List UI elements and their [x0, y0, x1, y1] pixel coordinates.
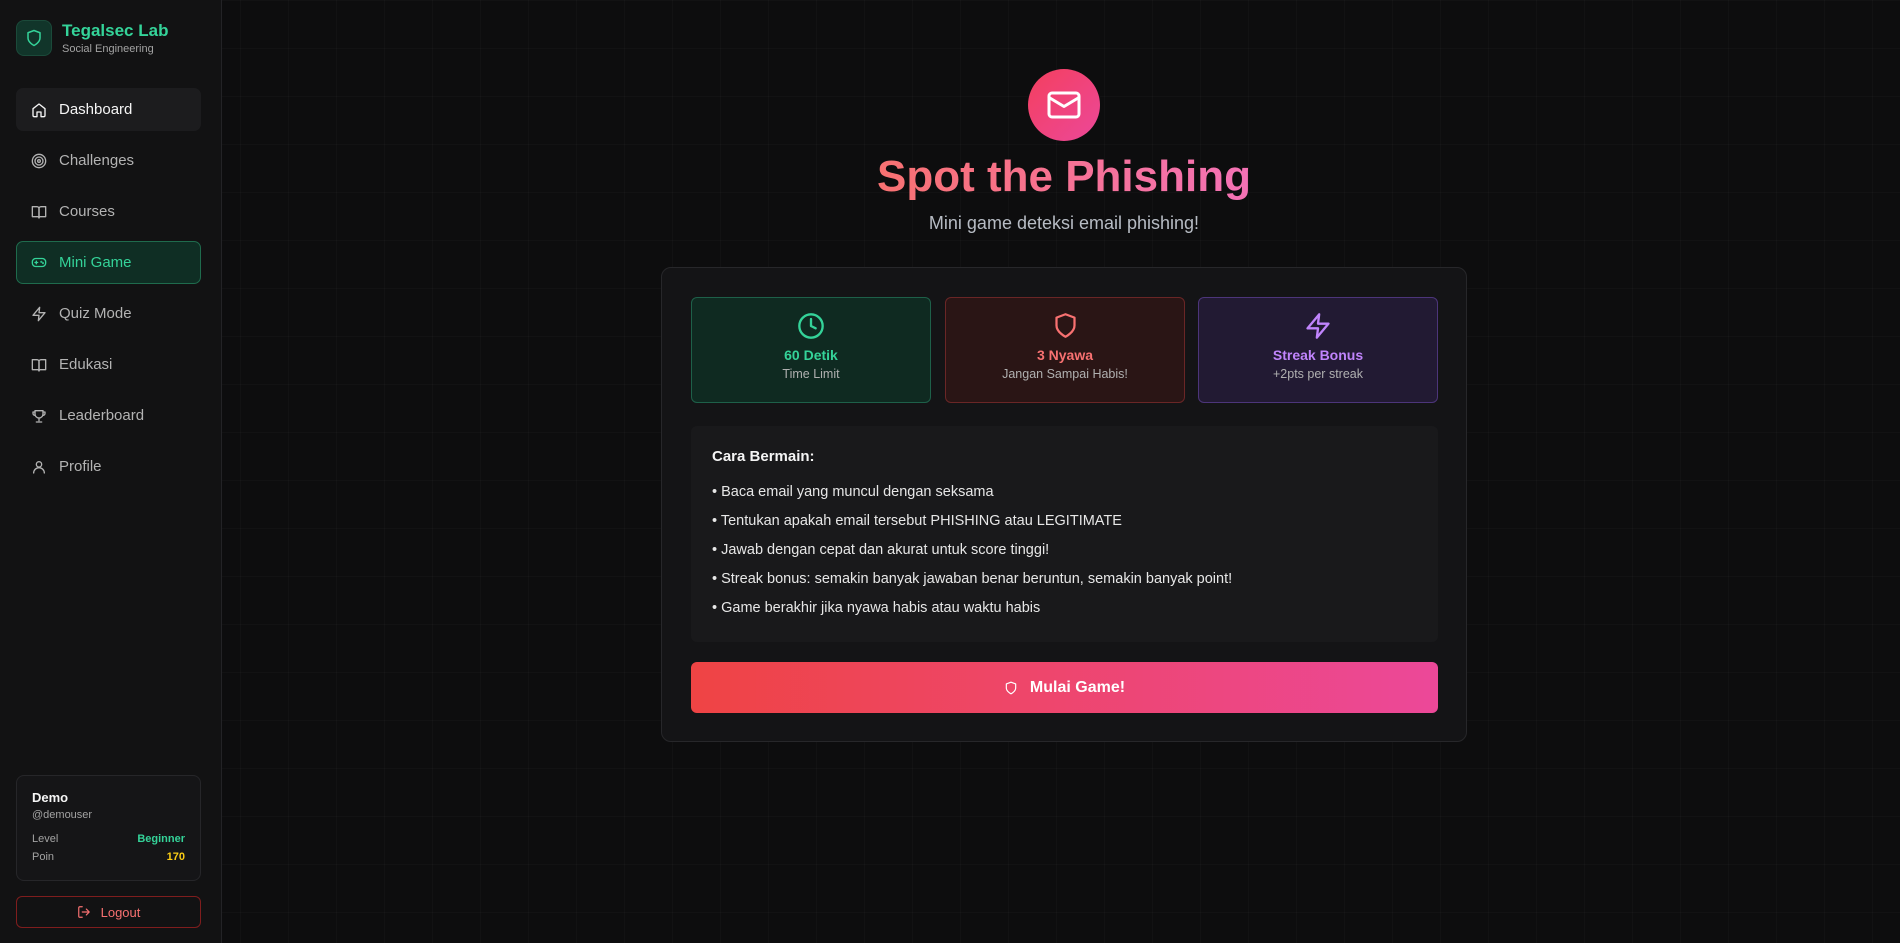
stat-title: Streak Bonus: [1272, 347, 1364, 363]
user-card: Demo @demouser Level Beginner Poin 170: [16, 775, 201, 881]
page-title: Spot the Phishing: [0, 150, 1900, 204]
level-label: Level: [32, 833, 59, 845]
page-title-text: Spot the Phishing: [877, 152, 1251, 201]
sidebar-item-label: Profile: [59, 458, 102, 475]
logout-icon: [77, 906, 90, 918]
home-icon: [31, 102, 47, 118]
sidebar-item-label: Edukasi: [59, 356, 113, 373]
sidebar-item-edukasi[interactable]: Edukasi: [16, 343, 201, 386]
user-name: Demo: [32, 790, 69, 805]
how-to-play-item: • Game berakhir jika nyawa habis atau wa…: [712, 600, 1041, 616]
sidebar-item-label: Mini Game: [59, 254, 132, 271]
sidebar-item-leaderboard[interactable]: Leaderboard: [16, 394, 201, 437]
gamepad-icon: [31, 255, 47, 271]
sidebar-item-mini-game[interactable]: Mini Game: [16, 241, 201, 284]
stat-subtitle: Time Limit: [782, 367, 840, 381]
book-open-icon: [31, 357, 47, 373]
sidebar-item-label: Quiz Mode: [59, 305, 132, 322]
stat-subtitle: +2pts per streak: [1273, 367, 1363, 381]
user-icon: [31, 459, 47, 475]
how-to-play-item: • Streak bonus: semakin banyak jawaban b…: [712, 571, 1233, 587]
how-to-play-title: Cara Bermain:: [712, 448, 815, 465]
lightning-icon: [1199, 312, 1437, 342]
brand-title: Tegalsec Lab: [62, 20, 169, 40]
clock-icon: [692, 312, 930, 342]
stat-card-time: 60 Detik Time Limit: [691, 297, 931, 403]
stat-card-streak: Streak Bonus +2pts per streak: [1198, 297, 1438, 403]
lightning-icon: [31, 306, 47, 322]
points-label: Poin: [32, 851, 55, 863]
how-to-play: Cara Bermain: • Baca email yang muncul d…: [691, 426, 1438, 642]
stat-subtitle: Jangan Sampai Habis!: [1002, 367, 1128, 381]
start-game-label: Mulai Game!: [1029, 678, 1126, 696]
brand[interactable]: Tegalsec Lab Social Engineering: [16, 20, 168, 56]
brand-subtitle: Social Engineering: [62, 42, 154, 55]
shield-icon: [16, 20, 52, 56]
how-to-play-item: • Baca email yang muncul dengan seksama: [712, 484, 994, 500]
user-handle: @demouser: [32, 809, 93, 821]
how-to-play-item: • Tentukan apakah email tersebut PHISHIN…: [712, 513, 1122, 529]
sidebar-item-quiz-mode[interactable]: Quiz Mode: [16, 292, 201, 335]
stat-title: 60 Detik: [784, 347, 838, 363]
points-value: 170: [166, 851, 185, 863]
user-points-row: Poin 170: [32, 848, 185, 866]
game-intro-panel: 60 Detik Time Limit 3 Nyawa Jangan Sampa…: [661, 267, 1467, 742]
level-value: Beginner: [137, 833, 185, 845]
trophy-icon: [31, 408, 47, 424]
shield-icon: [946, 312, 1184, 342]
start-game-button[interactable]: Mulai Game!: [691, 662, 1438, 713]
user-level-row: Level Beginner: [32, 830, 185, 848]
how-to-play-item: • Jawab dengan cepat dan akurat untuk sc…: [712, 542, 1050, 558]
sidebar-item-label: Dashboard: [59, 101, 133, 118]
mail-icon: [1028, 69, 1100, 141]
sidebar-item-profile[interactable]: Profile: [16, 445, 201, 488]
sidebar-item-label: Leaderboard: [59, 407, 145, 424]
logout-button[interactable]: Logout: [16, 896, 201, 928]
page-subtitle: Mini game deteksi email phishing!: [928, 213, 1200, 233]
logout-label: Logout: [100, 904, 141, 920]
sidebar: Tegalsec Lab Social Engineering Dashboar…: [0, 0, 222, 943]
stat-title: 3 Nyawa: [1036, 347, 1094, 363]
sidebar-item-dashboard[interactable]: Dashboard: [16, 88, 201, 131]
stat-card-lives: 3 Nyawa Jangan Sampai Habis!: [945, 297, 1185, 403]
shield-icon: [1005, 681, 1017, 694]
